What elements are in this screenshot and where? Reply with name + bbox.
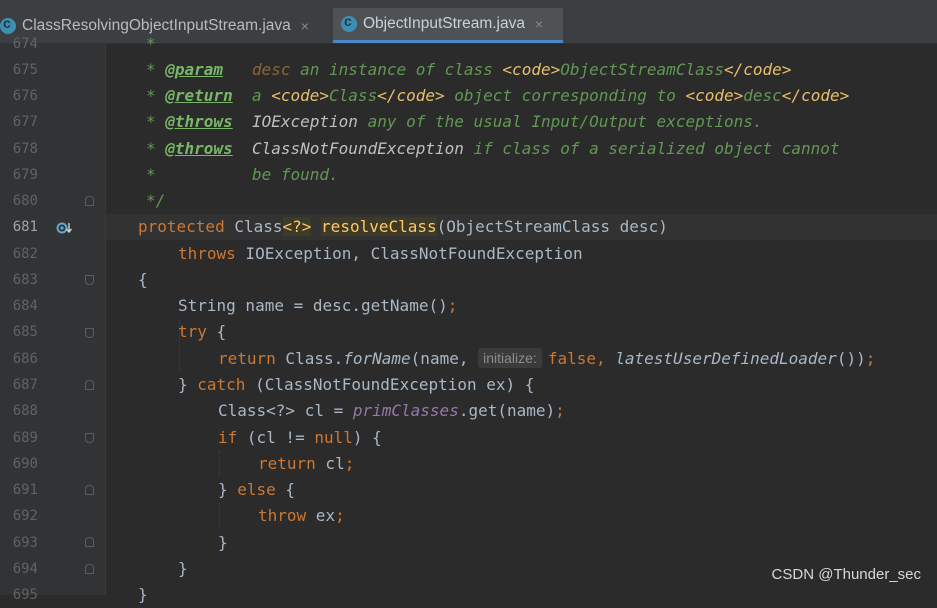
tab-object-input-stream[interactable]: ObjectInputStream.java × (333, 8, 563, 43)
code-line-692[interactable]: throw ex; (258, 503, 345, 529)
code-line-682[interactable]: throws IOException, ClassNotFoundExcepti… (178, 241, 583, 267)
override-method-icon[interactable] (56, 221, 72, 235)
line-number: 687 (12, 377, 38, 393)
code-line-690[interactable]: return cl; (258, 451, 354, 477)
parameter-hint: initialize: (478, 348, 542, 368)
code-line-675[interactable]: * @param desc an instance of class <code… (146, 57, 791, 83)
class-c-icon (341, 13, 357, 32)
line-number: 689 (12, 430, 38, 446)
line-number: 685 (12, 324, 38, 340)
line-number: 677 (12, 114, 38, 130)
code-line-688[interactable]: Class<?> cl = primClasses.get(name); (218, 398, 565, 424)
line-number: 683 (12, 272, 38, 288)
line-number: 684 (12, 298, 38, 314)
code-line-687[interactable]: } catch (ClassNotFoundException ex) { (178, 372, 534, 398)
line-number: 688 (12, 403, 38, 419)
line-number: 693 (12, 535, 38, 551)
fold-marker-icon[interactable] (85, 485, 94, 495)
fold-marker-icon[interactable] (85, 564, 94, 574)
line-number: 676 (12, 88, 38, 104)
tab-label: ClassResolvingObjectInputStream.java (22, 16, 291, 34)
line-number: 675 (12, 62, 38, 78)
close-icon[interactable]: × (301, 18, 309, 34)
close-icon[interactable]: × (535, 16, 543, 32)
code-line-679[interactable]: * be found. (146, 162, 339, 188)
fold-marker-icon[interactable] (85, 328, 94, 338)
editor-tab-bar: ClassResolvingObjectInputStream.java × O… (0, 0, 937, 44)
code-line-693[interactable]: } (218, 530, 228, 556)
watermark: CSDN @Thunder_sec (771, 566, 921, 583)
line-number: 686 (12, 351, 38, 367)
code-line-685[interactable]: try { (178, 319, 226, 345)
code-line-677[interactable]: * @throws IOException any of the usual I… (146, 109, 763, 135)
line-number: 681 (12, 219, 38, 235)
code-editor[interactable]: 674 675 676 677 678 679 680 681 682 683 … (0, 34, 937, 604)
line-number: 691 (12, 482, 38, 498)
code-line-689[interactable]: if (cl != null) { (218, 425, 382, 451)
code-line-695[interactable]: } (138, 582, 148, 608)
line-number: 690 (12, 456, 38, 472)
code-line-680[interactable]: */ (146, 188, 165, 214)
tab-label: ObjectInputStream.java (363, 15, 525, 32)
line-number: 692 (12, 508, 38, 524)
fold-marker-icon[interactable] (85, 380, 94, 390)
line-number: 678 (12, 141, 38, 157)
line-number: 694 (12, 561, 38, 577)
code-line-676[interactable]: * @return a <code>Class</code> object co… (146, 83, 849, 109)
code-line-686[interactable]: return Class.forName(name, initialize: fa… (218, 346, 875, 372)
fold-marker-icon[interactable] (85, 433, 94, 443)
line-number: 679 (12, 167, 38, 183)
fold-marker-icon[interactable] (85, 196, 94, 206)
fold-marker-icon[interactable] (85, 275, 94, 285)
code-line-678[interactable]: * @throws ClassNotFoundException if clas… (146, 136, 840, 162)
code-line-683[interactable]: { (138, 267, 148, 293)
code-line-691[interactable]: } else { (218, 477, 295, 503)
tab-class-resolving-object-input-stream[interactable]: ClassResolvingObjectInputStream.java × (0, 8, 330, 43)
line-number: 680 (12, 193, 38, 209)
line-number: 674 (12, 36, 38, 52)
code-line-674[interactable]: * (146, 31, 156, 57)
line-number: 695 (12, 587, 38, 603)
code-line-694[interactable]: } (178, 556, 188, 582)
fold-marker-icon[interactable] (85, 537, 94, 547)
line-number: 682 (12, 246, 38, 262)
code-line-684[interactable]: String name = desc.getName(); (178, 293, 457, 319)
code-line-681[interactable]: protected Class<?> resolveClass(ObjectSt… (138, 214, 668, 240)
